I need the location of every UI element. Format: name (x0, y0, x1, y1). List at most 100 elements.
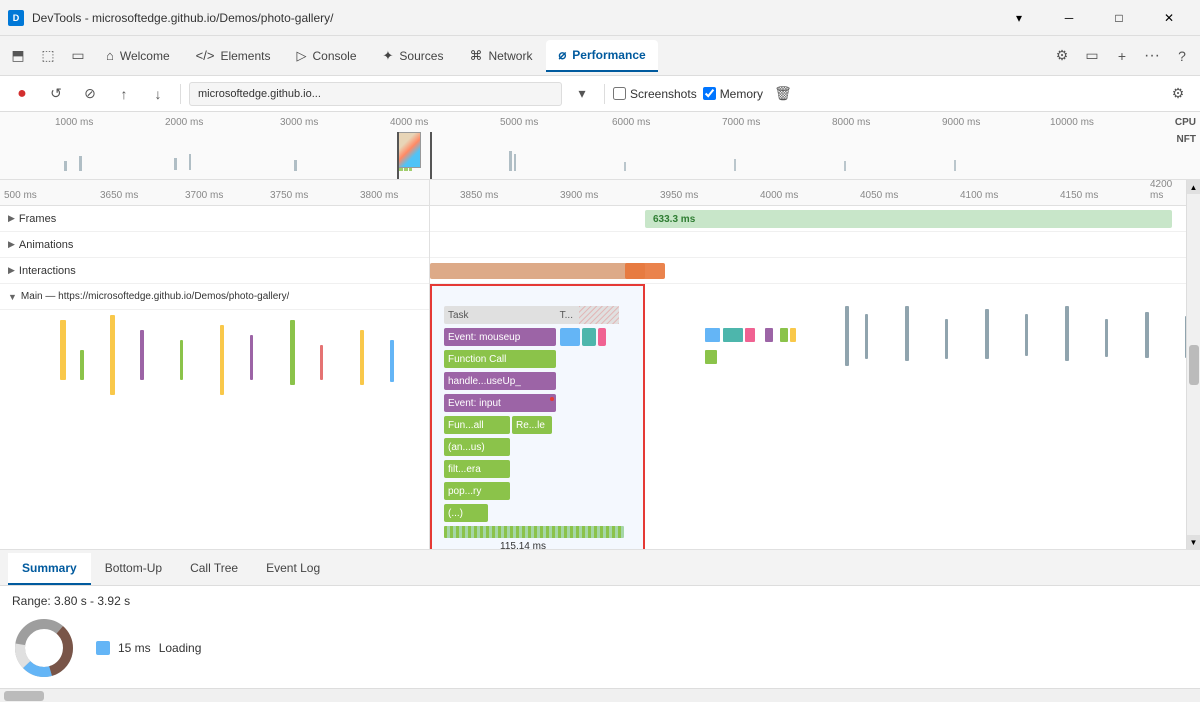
rb1-block[interactable] (560, 328, 580, 346)
ruler-3700ms: 3700 ms (185, 190, 223, 201)
filt-era-block[interactable]: filt...era (444, 460, 510, 478)
tab-sources[interactable]: ✦ Sources (371, 40, 456, 72)
hatch-pattern (579, 306, 619, 324)
close-btn[interactable]: ✕ (1146, 2, 1192, 34)
summary-panel: Range: 3.80 s - 3.92 s 15 ms Loading (0, 586, 1200, 688)
rb2-block[interactable] (582, 328, 596, 346)
tab-bottom-up[interactable]: Bottom-Up (91, 553, 176, 585)
memory-checkbox-label[interactable]: Memory (703, 87, 763, 101)
clear-btn[interactable]: ⊘ (76, 80, 104, 108)
ruler-4200ms: 4200 ms (1150, 180, 1186, 201)
ruler-5000ms: 5000 ms (500, 117, 538, 128)
screenshots-checkbox-label[interactable]: Screenshots (613, 87, 697, 101)
tab-console[interactable]: ▷ Console (284, 40, 368, 72)
detail-ruler-left: 500 ms 3650 ms 3700 ms 3750 ms 3800 ms (0, 180, 429, 206)
playhead-top2 (430, 132, 432, 180)
track-main-header[interactable]: ▼ Main — https://microsoftedge.github.io… (0, 284, 429, 310)
tab-welcome[interactable]: ⌂ Welcome (94, 40, 182, 72)
input-indicator (550, 397, 554, 401)
refresh-btn[interactable]: ↺ (42, 80, 70, 108)
ruler-500ms: 500 ms (4, 190, 37, 201)
task-block[interactable]: Task T... (444, 306, 619, 324)
task-t-label: T... (560, 310, 573, 321)
screenshot-thumbnail (397, 132, 421, 168)
panels-btn[interactable]: ▭ (1078, 42, 1106, 70)
overview-ruler: 1000 ms 2000 ms 3000 ms 4000 ms 5000 ms … (0, 112, 1200, 132)
function-call-block[interactable]: Function Call (444, 350, 556, 368)
title-bar: D DevTools - microsoftedge.github.io/Dem… (0, 0, 1200, 36)
upload-btn[interactable]: ↑ (110, 80, 138, 108)
right-event-bars (645, 284, 1186, 549)
main-label: Main — https://microsoftedge.github.io/D… (21, 291, 289, 302)
interaction-bar-orange (625, 263, 665, 279)
dropdown-btn[interactable]: ▾ (996, 2, 1042, 34)
tab-performance[interactable]: ⌀ Performance (546, 40, 657, 72)
frames-content: 633.3 ms (430, 206, 1186, 232)
event-input-block[interactable]: Event: input (444, 394, 556, 412)
ruler-3650ms: 3650 ms (100, 190, 138, 201)
re-le-block[interactable]: Re...le (512, 416, 552, 434)
scroll-thumb[interactable] (1189, 345, 1199, 385)
tab-summary[interactable]: Summary (8, 553, 91, 585)
h-scroll-thumb[interactable] (4, 691, 44, 701)
tab-elements[interactable]: </> Elements (184, 40, 283, 72)
scroll-down-btn[interactable]: ▼ (1187, 535, 1200, 549)
ruler-4000ms: 4000 ms (390, 117, 428, 128)
rb3-block[interactable] (598, 328, 606, 346)
url-display: microsoftedge.github.io... (189, 82, 562, 106)
loading-color (96, 641, 110, 655)
main-thread-left (0, 310, 429, 549)
ruler-4050ms: 4050 ms (860, 190, 898, 201)
tab-event-log[interactable]: Event Log (252, 553, 334, 585)
ruler-3000ms: 3000 ms (280, 117, 318, 128)
pop-ry-block[interactable]: pop...ry (444, 482, 510, 500)
event-mouseup-block[interactable]: Event: mouseup (444, 328, 556, 346)
interactions-arrow: ▶ (8, 265, 15, 276)
tab-call-tree[interactable]: Call Tree (176, 553, 252, 585)
cpu-mini-chart (4, 136, 1184, 176)
h-scrollbar (0, 688, 1200, 702)
record-btn[interactable]: ● (8, 80, 36, 108)
loading-value: 15 ms (118, 641, 151, 655)
toolbar: ● ↺ ⊘ ↑ ↓ microsoftedge.github.io... ▾ S… (0, 76, 1200, 112)
fun-all-block[interactable]: Fun...all (444, 416, 510, 434)
new-tab-btn[interactable]: + (1108, 42, 1136, 70)
bottom-tab-bar: Summary Bottom-Up Call Tree Event Log (0, 550, 1200, 586)
cpu-chart: NFT (0, 132, 1200, 180)
ellipsis-block[interactable]: (...) (444, 504, 488, 522)
ruler-8000ms: 8000 ms (832, 117, 870, 128)
more-tabs-btn[interactable]: ··· (1138, 42, 1166, 70)
timeline-content: 3850 ms 3900 ms 3950 ms 4000 ms 4050 ms … (430, 180, 1186, 549)
device-btn[interactable]: ▭ (64, 42, 92, 70)
settings-tab-btn[interactable]: ⚙ (1048, 42, 1076, 70)
download-btn[interactable]: ↓ (144, 80, 172, 108)
perf-settings-btn[interactable]: ⚙ (1164, 80, 1192, 108)
handle-mouseup-block[interactable]: handle...useUp_ (444, 372, 556, 390)
network-icon: ⌘ (469, 48, 482, 64)
track-interactions[interactable]: ▶ Interactions (0, 258, 429, 284)
minimize-btn[interactable]: ─ (1046, 2, 1092, 34)
toggle-drawer-btn[interactable]: ⬒ (4, 42, 32, 70)
interactions-content (430, 258, 1186, 284)
ruler-10000ms: 10000 ms (1050, 117, 1094, 128)
ruler-3950ms: 3950 ms (660, 190, 698, 201)
memory-checkbox[interactable] (703, 87, 716, 100)
screenshots-checkbox[interactable] (613, 87, 626, 100)
track-animations[interactable]: ▶ Animations (0, 232, 429, 258)
maximize-btn[interactable]: □ (1096, 2, 1142, 34)
scroll-up-btn[interactable]: ▲ (1187, 180, 1200, 194)
inspect-btn[interactable]: ⬚ (34, 42, 62, 70)
divider2 (604, 84, 605, 104)
tab-network[interactable]: ⌘ Network (457, 40, 544, 72)
trash-btn[interactable]: 🗑 (769, 80, 797, 108)
range-text: Range: 3.80 s - 3.92 s (12, 594, 1188, 608)
ruler-3900ms: 3900 ms (560, 190, 598, 201)
track-frames[interactable]: ▶ Frames (0, 206, 429, 232)
window-title: DevTools - microsoftedge.github.io/Demos… (32, 11, 988, 25)
url-dropdown-btn[interactable]: ▾ (568, 80, 596, 108)
interactions-label: Interactions (19, 265, 76, 277)
animations-arrow: ▶ (8, 239, 15, 250)
an-us-block[interactable]: (an...us) (444, 438, 510, 456)
help-btn[interactable]: ? (1168, 42, 1196, 70)
window-controls: ▾ ─ □ ✕ (996, 2, 1192, 34)
